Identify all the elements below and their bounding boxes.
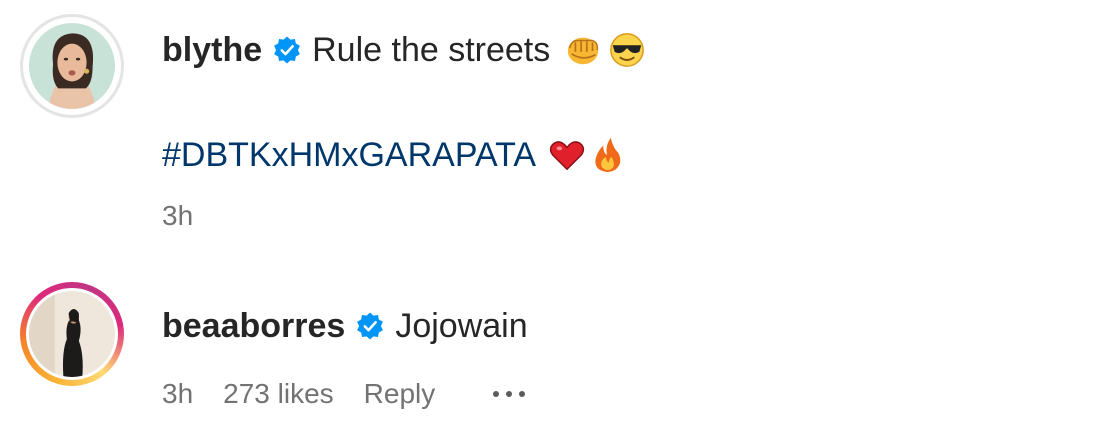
comment-body: beaaborres Jojowain 3h 273 likes Reply [162, 282, 1100, 414]
comment-text: Rule the streets [312, 30, 551, 69]
hashtag-link[interactable]: #DBTKxHMxGARAPATA [162, 136, 536, 175]
comment-text: Jojowain [395, 306, 528, 345]
comment-line: beaaborres Jojowain [162, 282, 1100, 370]
fire-emoji-icon [588, 136, 626, 174]
red-heart-emoji-icon [548, 136, 586, 174]
avatar-image [29, 23, 115, 109]
verified-badge-icon [355, 311, 385, 341]
timestamp[interactable]: 3h [162, 200, 193, 232]
username[interactable]: blythe [162, 31, 262, 70]
reply-button[interactable]: Reply [364, 378, 436, 410]
likes-count[interactable]: 273 likes [223, 378, 334, 410]
username[interactable]: beaaborres [162, 307, 345, 346]
avatar-blythe[interactable] [20, 14, 124, 118]
comment-meta: 3h [162, 196, 1100, 236]
comment-body: blythe Rule the streets #DBTKxHMxGARAPAT… [162, 14, 1100, 236]
comment-line: blythe Rule the streets [162, 14, 1100, 86]
fist-emoji-icon [564, 31, 602, 69]
avatar-beaaborres[interactable] [20, 282, 124, 386]
avatar-image [26, 288, 118, 380]
sunglasses-emoji-icon [608, 31, 646, 69]
more-options-icon[interactable] [493, 391, 526, 397]
hashtag-line: #DBTKxHMxGARAPATA [162, 132, 1100, 178]
comment-meta: 3h 273 likes Reply [162, 374, 1100, 414]
verified-badge-icon [272, 35, 302, 65]
timestamp[interactable]: 3h [162, 378, 193, 410]
